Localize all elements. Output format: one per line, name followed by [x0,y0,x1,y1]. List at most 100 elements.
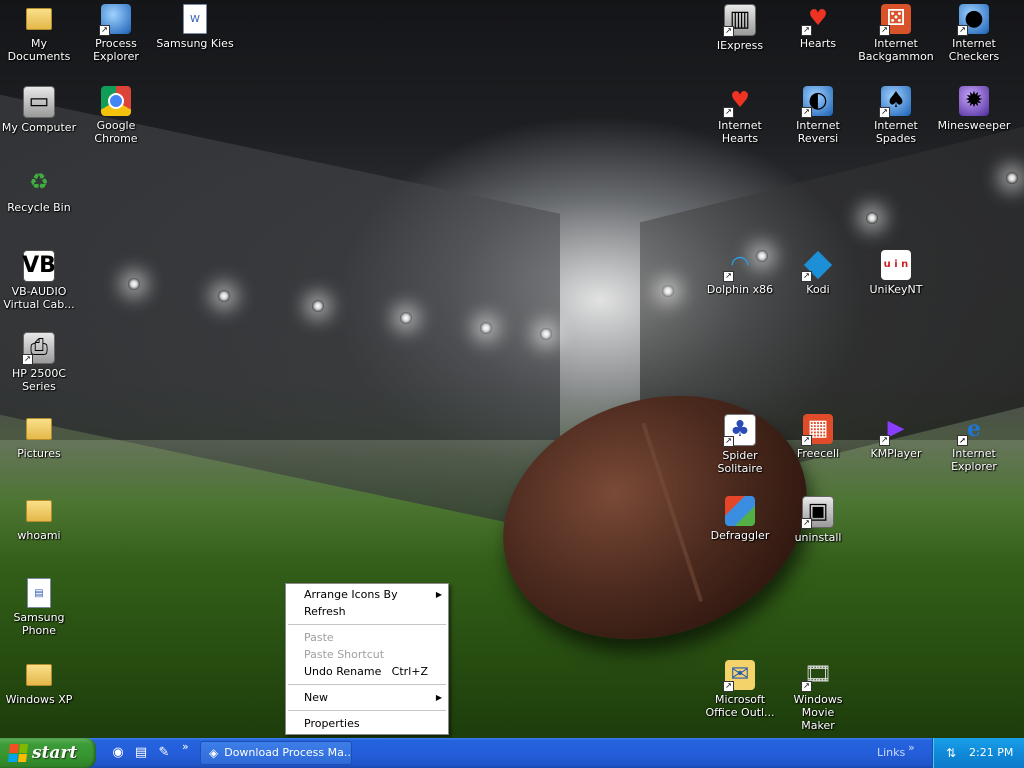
desktop-icon-whoami[interactable]: whoami [0,496,78,542]
links-toolbar[interactable]: Links [877,746,905,759]
desktop-icon-label: Samsung Kies [156,37,234,50]
desktop-icon-iexpress[interactable]: ▥ ↗ IExpress [701,4,779,52]
quick-launch-app-icon[interactable]: ✎ [156,745,172,761]
desktop-icon-label: uninstall [794,531,842,544]
menu-item-properties[interactable]: Properties [286,715,448,732]
desktop-icon-windows-xp[interactable]: Windows XP [0,660,78,706]
desktop-icon-label: Internet Spades [874,119,918,145]
system-tray: ⇅ 2:21 PM [932,738,1024,768]
menu-item-paste-shortcut: Paste Shortcut [286,646,448,663]
my-documents-icon [24,4,54,34]
desktop-icon-label: IExpress [716,39,764,52]
desktop-icon-recycle-bin[interactable]: ♻ Recycle Bin [0,168,78,214]
desktop-icon-internet-spades[interactable]: ♠ ↗ Internet Spades [857,86,935,145]
menu-separator [288,624,446,625]
desktop-icon-my-documents[interactable]: My Documents [0,4,78,63]
clock[interactable]: 2:21 PM [969,746,1013,759]
minesweeper-icon: ✹ [959,86,989,116]
desktop-icon-label: Freecell [796,447,840,460]
submenu-arrow-icon: ▶ [435,590,442,599]
taskbar-button-label: Download Process Ma... [224,746,352,759]
vb-audio-icon: VB [22,250,56,282]
desktop-icon-internet-backgammon[interactable]: ⚄ ↗ Internet Backgammon [857,4,935,63]
stadium-light [218,290,230,302]
desktop-icon-windows-movie-maker[interactable]: 🎞 ↗ Windows Movie Maker [779,660,857,732]
desktop-icon-my-computer[interactable]: ▭ My Computer [0,86,78,134]
kmplayer-icon: ▶ ↗ [879,414,911,446]
desktop-icon-samsung-kies[interactable]: W Samsung Kies [156,4,234,50]
desktop-icon-internet-checkers[interactable]: ● ↗ Internet Checkers [935,4,1013,63]
desktop-icon-vb-audio[interactable]: VB VB-AUDIO Virtual Cab... [0,250,78,311]
desktop-icon-kmplayer[interactable]: ▶ ↗ KMPlayer [857,414,935,460]
dolphin-icon: ◠ ↗ [723,250,755,282]
defraggler-icon [725,496,755,526]
desktop-icon-unikeynt[interactable]: u i n UniKeyNT [857,250,935,296]
menu-item-refresh[interactable]: Refresh [286,603,448,620]
desktop-icon-minesweeper[interactable]: ✹ Minesweeper [935,86,1013,132]
hearts-icon: ♥ ↗ [801,4,833,36]
samsung-kies-icon: W [180,4,210,34]
quick-launch-chevron-icon[interactable]: » [182,740,189,753]
kodi-icon: ↗ [801,250,833,282]
start-button[interactable]: start [0,738,96,768]
desktop-icon-label: Internet Reversi [796,119,840,145]
quick-launch-chrome-icon[interactable]: ◉ [110,745,126,761]
desktop-icon-uninstall[interactable]: ▣ ↗ uninstall [779,496,857,544]
my-computer-icon: ▭ [23,86,55,118]
desktop-icon-label: KMPlayer [870,447,922,460]
menu-item-label: Refresh [304,605,346,618]
desktop-icon-label: Internet Checkers [948,37,1000,63]
stadium-light [662,285,674,297]
desktop-icon-label: UniKeyNT [869,283,923,296]
desktop-icon-internet-hearts[interactable]: ♥ ↗ Internet Hearts [701,86,779,145]
menu-item-arrange-icons-by[interactable]: Arrange Icons By ▶ [286,586,448,603]
folder-icon [24,660,54,690]
desktop-icon-internet-reversi[interactable]: ◐ ↗ Internet Reversi [779,86,857,145]
desktop-icon-microsoft-office-outlook[interactable]: ✉ ↗ Microsoft Office Outl... [701,660,779,719]
desktop-icon-defraggler[interactable]: Defraggler [701,496,779,542]
desktop-icon-dolphin[interactable]: ◠ ↗ Dolphin x86 [701,250,779,296]
iexpress-icon: ▥ ↗ [723,4,756,37]
desktop-icon-hearts[interactable]: ♥ ↗ Hearts [779,4,857,50]
menu-item-paste: Paste [286,629,448,646]
menu-item-label: Arrange Icons By [304,588,398,601]
desktop-icon-label: Internet Backgammon [858,37,934,63]
folder-icon [24,496,54,526]
menu-item-accelerator: Ctrl+Z [391,665,428,678]
windows-logo-icon [8,744,28,762]
freecell-icon: ▦ ↗ [801,414,833,446]
movie-maker-icon: 🎞 ↗ [801,660,833,692]
links-chevron-icon[interactable]: » [908,741,915,754]
samsung-phone-icon: ▤ [24,578,54,608]
desktop-icon-label: My Computer [1,121,77,134]
menu-item-label: New [304,691,328,704]
desktop-icon-spider-solitaire[interactable]: ♣ ↗ Spider Solitaire [701,414,779,475]
desktop-icon-label: Minesweeper [937,119,1011,132]
stadium-light [312,300,324,312]
menu-separator [288,684,446,685]
desktop-icon-label: Hearts [799,37,837,50]
menu-item-undo-rename[interactable]: Undo Rename Ctrl+Z [286,663,448,680]
browser-window-icon: ◈ [209,746,219,760]
desktop-icon-kodi[interactable]: ↗ Kodi [779,250,857,296]
desktop-icon-pictures[interactable]: Pictures [0,414,78,460]
tray-network-icon[interactable]: ⇅ [943,745,959,761]
desktop-icon-label: Process Explorer [93,37,139,63]
outlook-icon: ✉ ↗ [723,660,755,692]
desktop-icon-label: Recycle Bin [7,201,71,214]
desktop-icon-internet-explorer[interactable]: e ↗ Internet Explorer [935,414,1013,473]
menu-item-new[interactable]: New ▶ [286,689,448,706]
desktop-icon-label: Pictures [17,447,61,460]
desktop-icon-process-explorer[interactable]: ↗ Process Explorer [77,4,155,63]
taskbar: start ◉ ▤ ✎ » ◈ Download Process Ma... L… [0,738,1024,768]
chrome-icon [101,86,131,116]
desktop-icon-hp-2500c[interactable]: ⎙ ↗ HP 2500C Series [0,332,78,393]
quick-launch-show-desktop-icon[interactable]: ▤ [133,745,149,761]
desktop-icon-freecell[interactable]: ▦ ↗ Freecell [779,414,857,460]
desktop-icon-label: Google Chrome [94,119,138,145]
checkers-icon: ● ↗ [957,4,989,36]
uninstall-icon: ▣ ↗ [801,496,834,529]
desktop-icon-samsung-phone[interactable]: ▤ Samsung Phone [0,578,78,637]
taskbar-button-download-process[interactable]: ◈ Download Process Ma... [200,741,352,765]
desktop-icon-google-chrome[interactable]: Google Chrome [77,86,155,145]
